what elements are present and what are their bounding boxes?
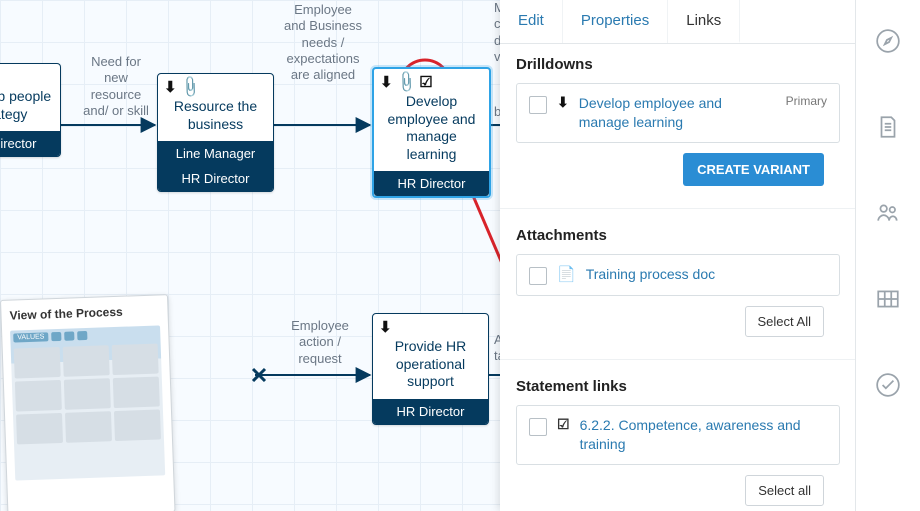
preview-title: View of the Process bbox=[9, 305, 123, 323]
create-variant-button[interactable]: CREATE VARIANT bbox=[683, 153, 824, 186]
node-title: Develop employee and manage learning bbox=[374, 91, 489, 171]
process-preview-card[interactable]: View of the Process VALUES bbox=[0, 294, 176, 511]
node-role: Line Manager bbox=[158, 141, 273, 166]
edge-label-emp-action: Employee action / request bbox=[280, 318, 360, 367]
tab-links[interactable]: Links bbox=[668, 0, 740, 43]
drilldown-icon: ⬇ bbox=[379, 318, 392, 336]
tab-properties[interactable]: Properties bbox=[563, 0, 668, 43]
drilldown-icon: ⬇ bbox=[557, 94, 569, 111]
people-icon[interactable] bbox=[875, 200, 901, 226]
checkbox[interactable] bbox=[529, 418, 547, 436]
compass-icon[interactable] bbox=[875, 28, 901, 54]
check-icon: ☑ bbox=[557, 416, 570, 433]
edge-label-needs-aligned: Employee and Business needs / expectatio… bbox=[276, 2, 370, 83]
side-panel: Edit Properties Links Drilldowns ⬇ Devel… bbox=[500, 0, 856, 511]
statement-links-heading: Statement links bbox=[516, 378, 840, 395]
checkbox[interactable] bbox=[529, 267, 547, 285]
node-role: HR Director bbox=[158, 166, 273, 191]
check-circle-icon[interactable] bbox=[875, 372, 901, 398]
preview-thumbnail: VALUES bbox=[10, 325, 165, 480]
drilldown-link[interactable]: Develop employee and manage learning bbox=[579, 94, 776, 132]
node-develop-people-strategy[interactable]: ⬇ ☑ Develop people strategy HR Director bbox=[0, 63, 61, 157]
attachments-heading: Attachments bbox=[516, 227, 840, 244]
right-rail bbox=[855, 0, 920, 511]
attachment-link[interactable]: Training process doc bbox=[586, 265, 715, 284]
node-provide-hr-support[interactable]: ⬇ Provide HR operational support HR Dire… bbox=[372, 313, 489, 425]
node-resource-the-business[interactable]: ⬇ 📎 Resource the business Line Manager H… bbox=[157, 73, 274, 192]
statement-link[interactable]: 6.2.2. Competence, awareness and trainin… bbox=[580, 416, 827, 454]
document-icon: 📄 bbox=[557, 265, 576, 283]
grid-icon[interactable] bbox=[875, 286, 901, 312]
select-all-attachments-button[interactable]: Select All bbox=[745, 306, 824, 337]
node-title: Provide HR operational support bbox=[373, 336, 488, 399]
statement-item[interactable]: ☑ 6.2.2. Competence, awareness and train… bbox=[516, 405, 840, 465]
node-title: Resource the business bbox=[158, 96, 273, 141]
node-role: HR Director bbox=[374, 171, 489, 196]
primary-badge: Primary bbox=[786, 94, 827, 108]
tab-edit[interactable]: Edit bbox=[500, 0, 563, 43]
checkbox[interactable] bbox=[529, 96, 547, 114]
panel-tabs: Edit Properties Links bbox=[500, 0, 856, 44]
node-role: HR Director bbox=[373, 399, 488, 424]
select-all-statements-button[interactable]: Select all bbox=[745, 475, 824, 506]
node-develop-manage-learning[interactable]: ⬇ 📎 ☑ Develop employee and manage learni… bbox=[372, 67, 491, 198]
node-role: HR Director bbox=[0, 131, 60, 156]
edge-label-need-resource: Need for new resource and/ or skill bbox=[76, 54, 156, 119]
check-icon: ☑ bbox=[419, 73, 432, 91]
document-icon[interactable] bbox=[875, 114, 901, 140]
node-title: Develop people strategy bbox=[0, 86, 60, 131]
drilldowns-heading: Drilldowns bbox=[516, 56, 840, 73]
drilldown-item[interactable]: ⬇ Develop employee and manage learning P… bbox=[516, 83, 840, 143]
drilldown-icon: ⬇ bbox=[380, 73, 393, 91]
drilldown-icon: ⬇ bbox=[164, 78, 177, 96]
attachment-item[interactable]: 📄 Training process doc bbox=[516, 254, 840, 296]
